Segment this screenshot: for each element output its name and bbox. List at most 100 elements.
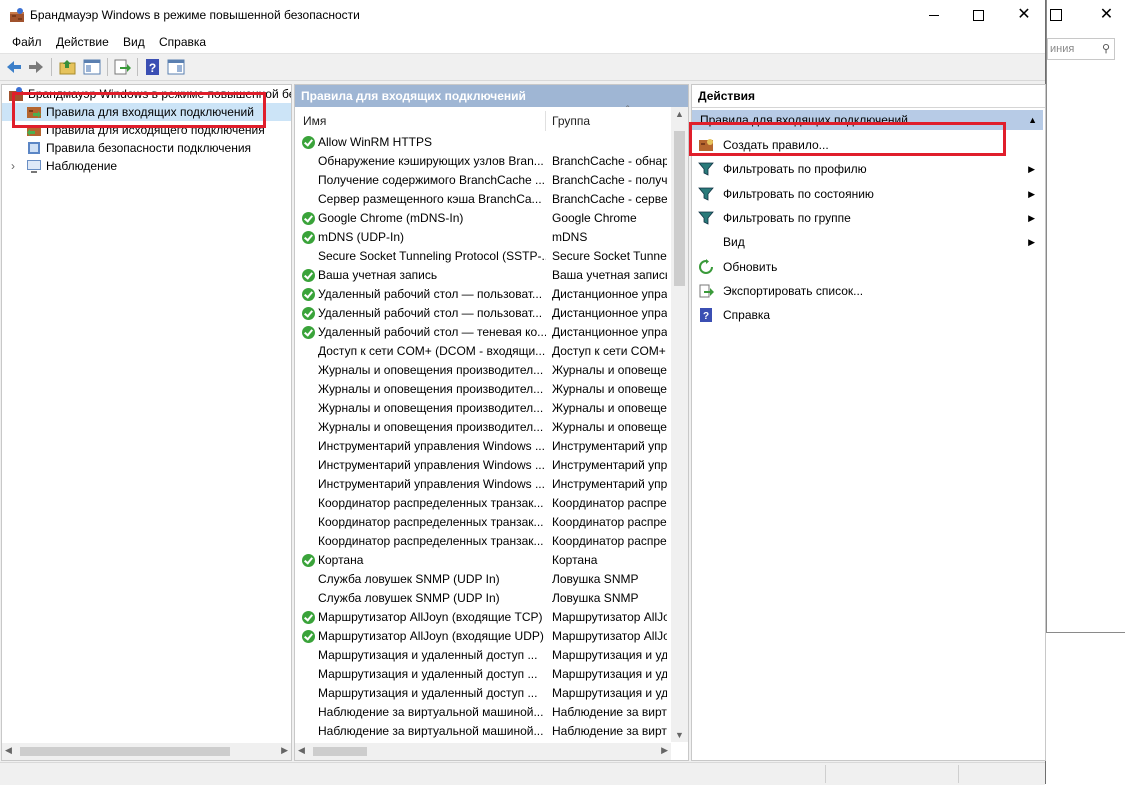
rule-row[interactable]: Журналы и оповещения производител... Журн… [295, 418, 667, 437]
menu-file[interactable]: Файл [12, 35, 42, 49]
scroll-left-icon[interactable]: ◀ [298, 745, 305, 756]
menu-action[interactable]: Действие [56, 35, 109, 49]
close-icon: ✕ [1017, 6, 1031, 23]
rule-row[interactable]: Маршрутизация и удаленный доступ ... Марш… [295, 665, 667, 684]
rule-row[interactable]: mDNS (UDP-In) mDNS [295, 228, 667, 247]
rule-group: BranchCache - получ [552, 173, 667, 187]
menu-help[interactable]: Справка [159, 35, 206, 49]
scroll-left-icon[interactable]: ◀ [5, 745, 12, 756]
show-action-pane-icon[interactable] [166, 57, 186, 77]
rule-row[interactable]: Маршрутизатор AllJoyn (входящие TCP) Марш… [295, 608, 667, 627]
help-icon: ? [698, 307, 714, 323]
export-icon[interactable] [112, 57, 132, 77]
background-maximize-button[interactable] [1047, 0, 1083, 30]
rule-row[interactable]: Наблюдение за виртуальной машиной... Набл… [295, 722, 667, 741]
forward-arrow-icon[interactable] [26, 57, 46, 77]
rule-row[interactable]: Маршрутизатор AllJoyn (входящие UDP) Марш… [295, 627, 667, 646]
rule-row[interactable]: Ваша учетная запись Ваша учетная запись [295, 266, 667, 285]
rule-group: Инструментарий упр [552, 458, 667, 472]
rule-row[interactable]: Удаленный рабочий стол — теневая ко... Ди… [295, 323, 667, 342]
rule-row[interactable]: Журналы и оповещения производител... Журн… [295, 380, 667, 399]
column-header-name[interactable]: Имя [303, 111, 326, 131]
maximize-button[interactable] [956, 0, 1002, 31]
action-label: Справка [723, 308, 771, 323]
rules-pane-header: Правила для входящих подключений [295, 85, 688, 107]
rule-row[interactable]: Наблюдение за виртуальной машиной... Набл… [295, 703, 667, 722]
rule-name: Удаленный рабочий стол — пользоват... [318, 306, 543, 320]
maximize-icon [1050, 9, 1062, 21]
enabled-check-icon [302, 554, 315, 567]
rule-row[interactable]: Сервер размещенного кэша BranchCa... Bran… [295, 190, 667, 209]
back-arrow-icon[interactable] [4, 57, 24, 77]
minimize-icon [929, 15, 939, 16]
toolbar: ? [0, 54, 1045, 81]
folder-up-icon[interactable] [58, 57, 78, 77]
expand-chevron-icon[interactable]: › [11, 157, 15, 175]
background-close-button[interactable]: ✕ [1087, 0, 1125, 30]
help-icon[interactable]: ? [143, 57, 163, 77]
menu-view[interactable]: Вид [123, 35, 145, 49]
rule-name: Служба ловушек SNMP (UDP In) [318, 572, 500, 586]
rule-row[interactable]: Координатор распределенных транзак... Коо… [295, 513, 667, 532]
rule-row[interactable]: Маршрутизация и удаленный доступ ... Марш… [295, 684, 667, 703]
rule-group: mDNS [552, 230, 588, 244]
rule-group: Google Chrome [552, 211, 637, 225]
rules-vertical-scrollbar[interactable]: ▲ ▼ [671, 107, 688, 742]
rule-row[interactable]: Журналы и оповещения производител... Журн… [295, 361, 667, 380]
rule-row[interactable]: Получение содержимого BranchCache ... Bra… [295, 171, 667, 190]
actions-pane: Действия Правила для входящих подключени… [691, 84, 1046, 761]
rule-row[interactable]: Маршрутизация и удаленный доступ ... Марш… [295, 646, 667, 665]
background-search-input[interactable]: иния ⚲ [1047, 38, 1115, 60]
rule-row[interactable]: Secure Socket Tunneling Protocol (SSTP-.… [295, 247, 667, 266]
close-button[interactable]: ✕ [1001, 0, 1047, 31]
rule-row[interactable]: Google Chrome (mDNS-In) Google Chrome [295, 209, 667, 228]
rule-group: Наблюдение за вирту [552, 724, 667, 738]
minimize-button[interactable] [911, 0, 957, 31]
tree-item-connection-security[interactable]: Правила безопасности подключения [2, 139, 291, 157]
enabled-check-icon [302, 269, 315, 282]
menu-bar: Файл Действие Вид Справка [0, 31, 1045, 54]
action-item[interactable]: Экспортировать список... [696, 280, 1039, 302]
scrollbar-thumb[interactable] [674, 131, 685, 286]
rule-row[interactable]: Инструментарий управления Windows ... Инс… [295, 456, 667, 475]
rule-row[interactable]: Инструментарий управления Windows ... Инс… [295, 475, 667, 494]
show-tree-icon[interactable] [82, 57, 102, 77]
action-item[interactable]: Вид ▶ [696, 231, 1039, 253]
rule-row[interactable]: Доступ к сети COM+ (DCOM - входящи... Дос… [295, 342, 667, 361]
scroll-up-icon[interactable]: ▲ [675, 109, 684, 119]
rule-row[interactable]: Allow WinRM HTTPS [295, 133, 667, 152]
action-item[interactable]: Фильтровать по группе ▶ [696, 207, 1039, 229]
rule-row[interactable]: Кортана Кортана [295, 551, 667, 570]
scroll-right-icon[interactable]: ▶ [661, 745, 668, 756]
scrollbar-thumb[interactable] [20, 747, 230, 756]
rule-name: Обнаружение кэширующих узлов Bran... [318, 154, 544, 168]
navigation-tree: Брандмауэр Windows в режиме повышенной б… [1, 84, 292, 761]
export-icon [698, 283, 714, 299]
scrollbar-thumb[interactable] [313, 747, 367, 756]
action-item[interactable]: Обновить [696, 256, 1039, 278]
rule-row[interactable]: Удаленный рабочий стол — пользоват... Дис… [295, 304, 667, 323]
tree-horizontal-scrollbar[interactable]: ◀ ▶ [2, 743, 291, 760]
scroll-down-icon[interactable]: ▼ [675, 730, 684, 740]
rule-row[interactable]: Координатор распределенных транзак... Коо… [295, 494, 667, 513]
rules-horizontal-scrollbar[interactable]: ◀ ▶ [295, 743, 671, 760]
scroll-right-icon[interactable]: ▶ [281, 745, 288, 756]
action-item[interactable]: ? Справка [696, 304, 1039, 326]
rule-row[interactable]: Служба ловушек SNMP (UDP In) Ловушка SNMP [295, 589, 667, 608]
rule-row[interactable]: Удаленный рабочий стол — пользоват... Дис… [295, 285, 667, 304]
collapse-icon[interactable]: ▲ [1028, 110, 1037, 130]
rule-row[interactable]: Координатор распределенных транзак... Коо… [295, 532, 667, 551]
toolbar-separator [107, 58, 108, 76]
tree-item-monitoring[interactable]: › Наблюдение [2, 157, 291, 175]
rule-row[interactable]: Журналы и оповещения производител... Журн… [295, 399, 667, 418]
rule-row[interactable]: Служба ловушек SNMP (UDP In) Ловушка SNMP [295, 570, 667, 589]
rule-name: Маршрутизация и удаленный доступ ... [318, 648, 538, 662]
action-label: Фильтровать по состоянию [723, 186, 874, 201]
action-item[interactable]: Фильтровать по профилю ▶ [696, 158, 1039, 180]
rule-row[interactable]: Инструментарий управления Windows ... Инс… [295, 437, 667, 456]
rule-row[interactable]: Обнаружение кэширующих узлов Bran... Bran… [295, 152, 667, 171]
action-item[interactable]: Фильтровать по состоянию ▶ [696, 183, 1039, 205]
column-divider[interactable] [545, 111, 546, 131]
column-header-group[interactable]: Группа [552, 111, 590, 131]
submenu-arrow-icon: ▶ [1028, 164, 1035, 175]
